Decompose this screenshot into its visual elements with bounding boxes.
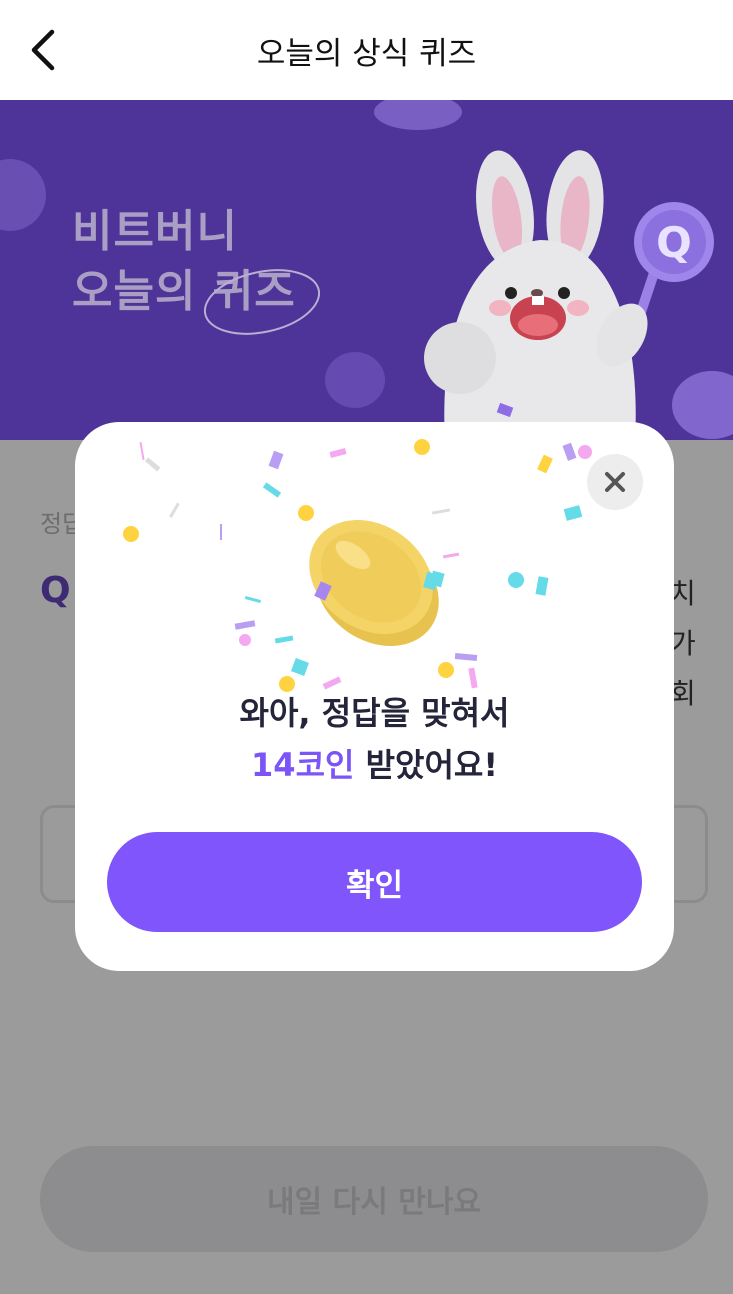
banner-title-line1: 비트버니: [72, 206, 238, 257]
reward-modal: 와아, 정답을 맞혀서 14코인 받았어요! 확인: [75, 422, 674, 971]
close-button[interactable]: [587, 454, 643, 510]
see-you-tomorrow-button[interactable]: 내일 다시 만나요: [40, 1146, 708, 1252]
reward-message-suffix: 받았어요!: [354, 746, 498, 784]
coin-amount: 14코인: [251, 746, 355, 784]
close-icon: [605, 472, 625, 492]
page-title: 오늘의 상식 퀴즈: [256, 36, 477, 72]
question-mark: Q: [40, 570, 71, 611]
coin-icon: [309, 520, 439, 646]
top-bar: 오늘의 상식 퀴즈: [0, 0, 733, 100]
quiz-banner: Q 비트버니 오늘의 퀴즈: [0, 100, 733, 440]
bunny-icon: [424, 150, 648, 440]
highlight-oval: [203, 269, 321, 335]
svg-text:Q: Q: [656, 218, 692, 267]
confirm-button[interactable]: 확인: [107, 832, 642, 932]
reward-message-line2: 14코인 받았어요!: [75, 740, 674, 786]
banner-title-prefix: 오늘의: [72, 266, 213, 317]
reward-message-line1: 와아, 정답을 맞혀서: [239, 694, 510, 732]
